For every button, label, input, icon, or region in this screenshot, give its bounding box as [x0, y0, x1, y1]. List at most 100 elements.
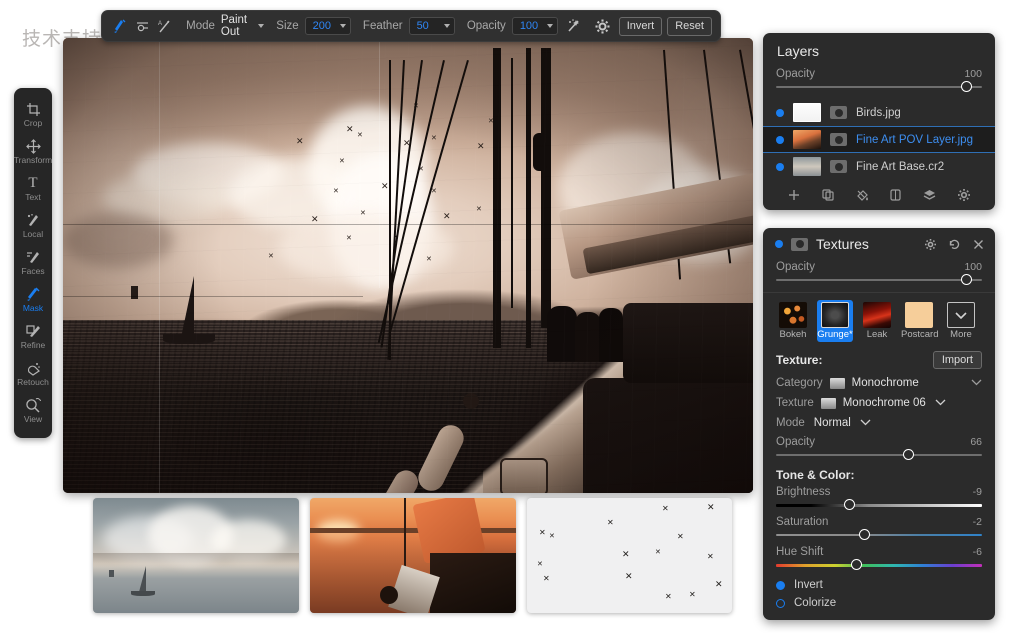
preset-label: Bokeh	[775, 329, 811, 341]
texture-opacity-slider[interactable]	[763, 449, 995, 463]
gear-icon[interactable]	[924, 238, 937, 251]
slider-track	[776, 454, 982, 456]
tool-label: Refine	[21, 341, 46, 350]
layer-name: Birds.jpg	[856, 107, 901, 119]
transform-move-icon	[26, 139, 41, 155]
fill-layer-icon[interactable]	[855, 188, 870, 203]
layer-visibility-icon[interactable]	[776, 136, 784, 144]
mask-brush-icon[interactable]	[110, 13, 132, 39]
mask-icon	[26, 287, 41, 303]
preset-postcard[interactable]: Postcard	[901, 300, 937, 342]
opacity-input[interactable]: 100	[512, 17, 558, 35]
saturation-row: Saturation -2	[763, 513, 995, 529]
filter-chip-icon[interactable]	[791, 238, 808, 251]
preset-leak[interactable]: Leak	[859, 300, 895, 342]
size-input[interactable]: 200	[305, 17, 351, 35]
preset-bokeh[interactable]: Bokeh	[775, 300, 811, 342]
hue-shift-slider[interactable]	[763, 559, 995, 573]
sidebar-item-crop[interactable]: Crop	[14, 96, 52, 133]
layer-row-fine-art-base[interactable]: Fine Art Base.cr2	[763, 153, 995, 180]
chevron-down-icon[interactable]	[860, 417, 871, 429]
filmstrip-thumb-seascape[interactable]	[93, 498, 299, 613]
filmstrip-thumb-sunset-pov[interactable]	[310, 498, 516, 613]
reset-arrow-icon[interactable]	[948, 238, 961, 251]
merge-layers-icon[interactable]	[922, 188, 937, 202]
gear-icon[interactable]	[592, 13, 614, 39]
texture-select-row[interactable]: Texture Monochrome 06	[763, 393, 995, 413]
sidebar-item-view[interactable]: View	[14, 392, 52, 429]
invert-option[interactable]: Invert	[763, 576, 995, 594]
slider-knob[interactable]	[961, 274, 972, 285]
layer-tools-bar	[763, 180, 995, 210]
preset-grunge[interactable]: Grunge*	[817, 300, 853, 342]
texture-preset-row: Bokeh Grunge* Leak Postcard More	[763, 292, 995, 344]
luminosity-mask-icon[interactable]: A	[154, 13, 176, 39]
layer-row-fine-art-pov[interactable]: Fine Art POV Layer.jpg	[763, 126, 995, 153]
saturation-slider[interactable]	[763, 529, 995, 543]
slider-knob[interactable]	[961, 81, 972, 92]
slider-track	[776, 279, 982, 281]
tone-color-title: Tone & Color:	[776, 468, 854, 482]
duplicate-layer-icon[interactable]	[821, 188, 835, 202]
refine-icon	[26, 324, 41, 340]
close-icon[interactable]	[972, 238, 985, 251]
mask-toolbar: A Mode Paint Out Size 200 Feather 50 Opa…	[101, 10, 721, 42]
feather-label: Feather	[363, 20, 403, 32]
layer-mask-icon[interactable]	[889, 188, 902, 202]
layer-visibility-icon[interactable]	[776, 109, 784, 117]
sidebar-item-text[interactable]: T Text	[14, 170, 52, 207]
sidebar-item-refine[interactable]: Refine	[14, 318, 52, 355]
faces-icon	[26, 250, 41, 266]
tool-label: View	[24, 415, 42, 424]
svg-text:A: A	[158, 21, 162, 27]
sidebar-item-faces[interactable]: Faces	[14, 244, 52, 281]
textures-opacity-slider[interactable]	[763, 274, 995, 288]
slider-track	[776, 504, 982, 507]
magic-wand-icon[interactable]	[564, 13, 586, 39]
image-canvas[interactable]: ✕ ✕ ✕ ✕ ✕ ✕ ✕ ✕ ✕ ✕ ✕ ✕ ✕ ✕ ✕ ✕ ✕ ✕ ✕ ✕ …	[63, 38, 753, 493]
opacity-label: Opacity	[467, 20, 506, 32]
chevron-down-icon[interactable]	[935, 397, 946, 409]
radio-icon[interactable]	[776, 599, 785, 608]
sidebar-item-mask[interactable]: Mask	[14, 281, 52, 318]
gradient-mask-icon[interactable]	[132, 13, 154, 39]
import-button[interactable]: Import	[933, 351, 982, 369]
layer-mask-icon[interactable]	[830, 106, 847, 119]
tool-rail: Crop Transform T Text Local Faces	[14, 88, 52, 438]
chevron-down-icon[interactable]	[971, 377, 982, 389]
filmstrip-thumb-birds[interactable]: ✕ ✕ ✕ ✕ ✕ ✕ ✕ ✕ ✕ ✕ ✕ ✕ ✕ ✕ ✕	[527, 498, 732, 613]
brightness-label: Brightness	[776, 486, 830, 498]
layers-opacity-slider[interactable]	[763, 81, 995, 95]
mode-row[interactable]: Mode Normal	[763, 413, 995, 433]
layer-visibility-icon[interactable]	[776, 163, 784, 171]
layer-settings-icon[interactable]	[957, 188, 971, 202]
reset-button[interactable]: Reset	[667, 17, 712, 36]
panel-title: Textures	[816, 236, 916, 252]
radio-icon[interactable]	[776, 581, 785, 590]
app-window: ✕ ✕ ✕ ✕ ✕ ✕ ✕ ✕ ✕ ✕ ✕ ✕ ✕ ✕ ✕ ✕ ✕ ✕ ✕ ✕ …	[0, 0, 1009, 633]
slider-knob[interactable]	[859, 529, 870, 540]
feather-input[interactable]: 50	[409, 17, 455, 35]
layers-panel: Layers Opacity 100 Birds.jpg Fine Art PO…	[763, 33, 995, 210]
add-layer-icon[interactable]	[787, 188, 801, 202]
mode-dropdown[interactable]: Paint Out	[221, 14, 264, 38]
sidebar-item-local[interactable]: Local	[14, 207, 52, 244]
slider-knob[interactable]	[851, 559, 862, 570]
slider-knob[interactable]	[844, 499, 855, 510]
layer-mask-icon[interactable]	[830, 133, 847, 146]
layer-row-birds[interactable]: Birds.jpg	[763, 99, 995, 126]
enable-dot-icon[interactable]	[775, 240, 783, 248]
invert-button[interactable]: Invert	[619, 17, 663, 36]
slider-track	[776, 534, 982, 536]
textures-panel: Textures Opacity 100 Bokeh	[763, 228, 995, 620]
brightness-row: Brightness -9	[763, 483, 995, 499]
brightness-slider[interactable]	[763, 499, 995, 513]
layers-opacity-label: Opacity	[776, 68, 815, 80]
category-row[interactable]: Category Monochrome	[763, 373, 995, 393]
preset-more[interactable]: More	[943, 300, 979, 342]
colorize-option[interactable]: Colorize	[763, 594, 995, 612]
layer-mask-icon[interactable]	[830, 160, 847, 173]
sidebar-item-retouch[interactable]: Retouch	[14, 355, 52, 392]
sidebar-item-transform[interactable]: Transform	[14, 133, 52, 170]
slider-knob[interactable]	[903, 449, 914, 460]
